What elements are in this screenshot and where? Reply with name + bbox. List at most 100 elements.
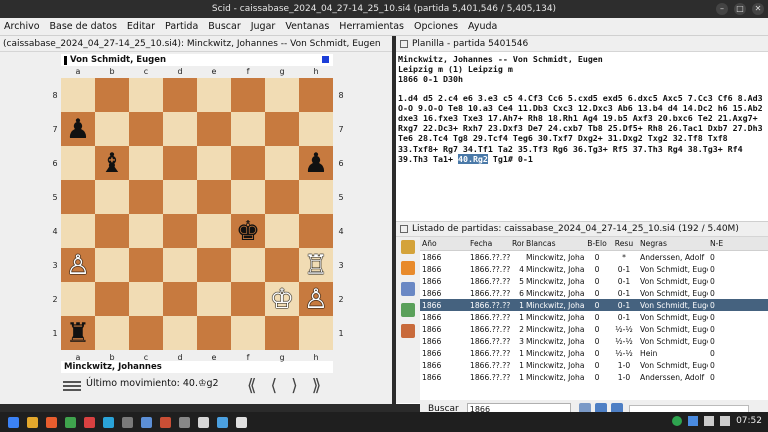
square-a6[interactable] xyxy=(61,146,95,180)
square-e3[interactable] xyxy=(197,248,231,282)
square-f7[interactable] xyxy=(231,112,265,146)
app-icon[interactable] xyxy=(84,416,95,428)
volume-icon[interactable] xyxy=(720,416,731,426)
table-row[interactable]: 1866 1866.??.?? 6Minckwitz, Johann 0 0-1 Von … xyxy=(420,287,768,299)
menu-editar[interactable]: Editar xyxy=(127,21,155,32)
app-icon[interactable] xyxy=(141,416,152,428)
square-e8[interactable] xyxy=(197,78,231,112)
square-c3[interactable] xyxy=(129,248,163,282)
col-ne[interactable]: N-E xyxy=(708,239,728,248)
status-icon[interactable] xyxy=(672,416,683,426)
files-icon[interactable] xyxy=(27,416,38,428)
square-e1[interactable] xyxy=(197,316,231,350)
square-c4[interactable] xyxy=(129,214,163,248)
notation-text[interactable]: Minckwitz, Johannes -- Von Schmidt, Euge… xyxy=(396,52,768,218)
square-b5[interactable] xyxy=(95,180,129,214)
square-b1[interactable] xyxy=(95,316,129,350)
telegram-icon[interactable] xyxy=(103,416,114,428)
square-e2[interactable] xyxy=(197,282,231,316)
app-icon[interactable] xyxy=(236,416,247,428)
current-move[interactable]: 40.Rg2 xyxy=(457,153,488,164)
first-move-icon[interactable]: ⟪ xyxy=(247,376,256,396)
menu-herramientas[interactable]: Herramientas xyxy=(339,21,404,32)
search-icon[interactable] xyxy=(401,261,415,275)
editor-icon[interactable] xyxy=(65,416,76,428)
square-a1[interactable]: ♜ xyxy=(61,316,95,350)
square-h6[interactable]: ♟ xyxy=(299,146,333,180)
table-row[interactable]: 1866 1866.??.?? Minckwitz, Johann 0 * Anderss… xyxy=(420,251,768,263)
square-a7[interactable]: ♟ xyxy=(61,112,95,146)
square-f4[interactable]: ♚ xyxy=(231,214,265,248)
square-c5[interactable] xyxy=(129,180,163,214)
menu-partida[interactable]: Partida xyxy=(165,21,198,32)
table-row[interactable]: 1866 1866.??.?? 3Minckwitz, Johann 0 ½-½ Von … xyxy=(420,335,768,347)
square-a3[interactable]: ♙ xyxy=(61,248,95,282)
menu-ventanas[interactable]: Ventanas xyxy=(285,21,329,32)
app-icon[interactable] xyxy=(122,416,133,428)
table-row[interactable]: 1866 1866.??.?? 1Minckwitz, Johann 0 ½-½ Hein… xyxy=(420,347,768,359)
square-c7[interactable] xyxy=(129,112,163,146)
menu-jugar[interactable]: Jugar xyxy=(251,21,276,32)
square-d1[interactable] xyxy=(163,316,197,350)
app-icon[interactable] xyxy=(217,416,228,428)
table-row[interactable]: 1866 1866.??.?? 2Minckwitz, Johann 0 ½-½ Von … xyxy=(420,323,768,335)
square-h3[interactable]: ♖ xyxy=(299,248,333,282)
white-king-icon[interactable]: ♔ xyxy=(270,286,294,313)
col-blancas[interactable]: Blancas xyxy=(524,239,584,248)
chess-app-icon[interactable] xyxy=(198,416,209,428)
app-launcher-icon[interactable] xyxy=(8,416,19,428)
menu-opciones[interactable]: Opciones xyxy=(414,21,458,32)
move-list[interactable]: 1.d4 d5 2.c4 e6 3.e3 c5 4.Cf3 Cc6 5.cxd5… xyxy=(398,93,766,164)
square-f2[interactable] xyxy=(231,282,265,316)
col-ano[interactable]: Año xyxy=(420,239,468,248)
close-icon[interactable]: ✕ xyxy=(752,3,764,15)
square-f3[interactable] xyxy=(231,248,265,282)
square-b8[interactable] xyxy=(95,78,129,112)
square-g8[interactable] xyxy=(265,78,299,112)
square-e6[interactable] xyxy=(197,146,231,180)
square-h7[interactable] xyxy=(299,112,333,146)
square-f1[interactable] xyxy=(231,316,265,350)
black-rook-icon[interactable]: ♜ xyxy=(66,320,90,347)
square-e4[interactable] xyxy=(197,214,231,248)
table-row[interactable]: 1866 1866.??.?? 1Minckwitz, Johann 0 0-1 Von … xyxy=(420,299,768,311)
col-ron[interactable]: Ron xyxy=(510,239,524,248)
square-d4[interactable] xyxy=(163,214,197,248)
square-d6[interactable] xyxy=(163,146,197,180)
filter-icon[interactable] xyxy=(401,282,415,296)
square-h4[interactable] xyxy=(299,214,333,248)
col-belo[interactable]: B-Elo xyxy=(584,239,608,248)
square-g1[interactable] xyxy=(265,316,299,350)
square-d8[interactable] xyxy=(163,78,197,112)
square-d3[interactable] xyxy=(163,248,197,282)
square-b3[interactable] xyxy=(95,248,129,282)
col-resu[interactable]: Resu xyxy=(608,239,638,248)
board-icon[interactable] xyxy=(401,324,415,338)
square-h5[interactable] xyxy=(299,180,333,214)
black-bishop-icon[interactable]: ♝ xyxy=(100,150,124,177)
square-c2[interactable] xyxy=(129,282,163,316)
square-a4[interactable] xyxy=(61,214,95,248)
square-c8[interactable] xyxy=(129,78,163,112)
square-d2[interactable] xyxy=(163,282,197,316)
col-negras[interactable]: Negras xyxy=(638,239,708,248)
square-a8[interactable] xyxy=(61,78,95,112)
app-icon[interactable] xyxy=(179,416,190,428)
square-a5[interactable] xyxy=(61,180,95,214)
square-h2[interactable]: ♙ xyxy=(299,282,333,316)
square-b6[interactable]: ♝ xyxy=(95,146,129,180)
square-f5[interactable] xyxy=(231,180,265,214)
black-king-icon[interactable]: ♚ xyxy=(236,218,260,245)
last-move-icon[interactable]: ⟫ xyxy=(312,376,321,396)
white-pawn-icon[interactable]: ♙ xyxy=(304,286,328,313)
square-a2[interactable] xyxy=(61,282,95,316)
square-f8[interactable] xyxy=(231,78,265,112)
book-icon[interactable] xyxy=(401,240,415,254)
menu-icon[interactable] xyxy=(63,379,81,393)
black-pawn-icon[interactable]: ♟ xyxy=(304,150,328,177)
square-d7[interactable] xyxy=(163,112,197,146)
bluetooth-icon[interactable] xyxy=(688,416,699,426)
next-move-icon[interactable]: ⟩ xyxy=(291,376,298,396)
square-g5[interactable] xyxy=(265,180,299,214)
menu-ayuda[interactable]: Ayuda xyxy=(468,21,497,32)
